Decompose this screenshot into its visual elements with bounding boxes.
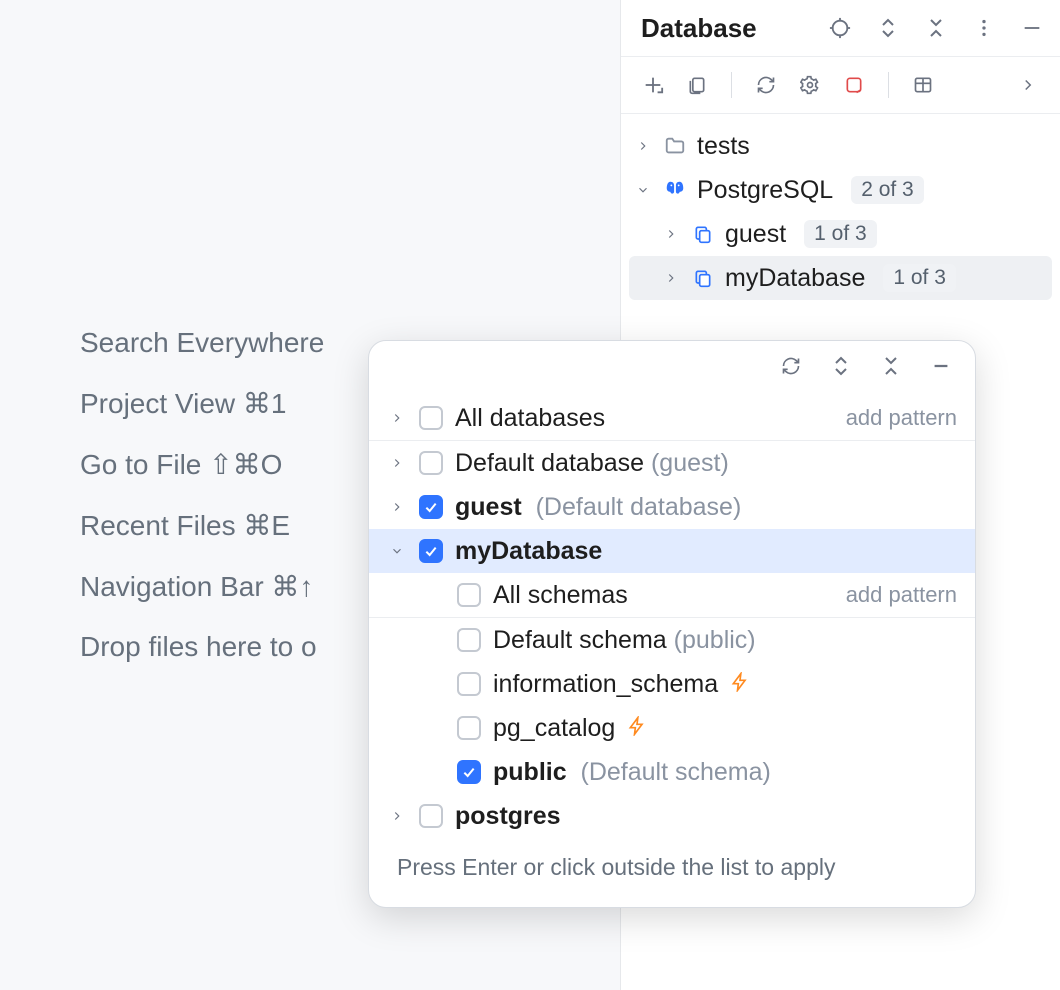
folder-icon: [663, 134, 687, 158]
checkbox[interactable]: [419, 539, 443, 563]
target-icon[interactable]: [826, 14, 854, 42]
row-label: Default database (guest): [455, 449, 729, 478]
add-pattern-link[interactable]: add pattern: [846, 405, 957, 431]
copy-icon[interactable]: [683, 71, 711, 99]
checkbox[interactable]: [457, 672, 481, 696]
row-label: All databases: [455, 404, 605, 433]
expand-collapse-icon[interactable]: [874, 14, 902, 42]
popup-toolbar: [369, 341, 975, 392]
chevron-right-icon: [661, 271, 681, 285]
row-pg-catalog[interactable]: pg_catalog: [369, 706, 975, 750]
chevron-down-icon: [633, 183, 653, 197]
database-icon: [691, 222, 715, 246]
row-label: myDatabase: [455, 537, 602, 566]
count-badge: 1 of 3: [804, 220, 877, 248]
checkbox[interactable]: [419, 451, 443, 475]
database-tree: tests PostgreSQL 2 of 3 guest: [621, 114, 1060, 310]
row-label: information_schema: [493, 670, 718, 699]
expand-collapse-icon[interactable]: [827, 352, 855, 380]
count-badge: 1 of 3: [883, 264, 956, 292]
count-badge: 2 of 3: [851, 176, 924, 204]
toolbar-separator: [888, 72, 889, 98]
database-icon: [691, 266, 715, 290]
collapse-all-icon[interactable]: [922, 14, 950, 42]
row-label: All schemas: [493, 581, 628, 610]
row-label: Default schema (public): [493, 626, 756, 655]
chevron-down-icon: [387, 544, 407, 558]
bolt-icon: [627, 714, 647, 743]
toolbar-separator: [731, 72, 732, 98]
row-label: public (Default schema): [493, 758, 771, 787]
checkbox[interactable]: [419, 495, 443, 519]
tree-item-guest[interactable]: guest 1 of 3: [621, 212, 1060, 256]
checkbox[interactable]: [457, 760, 481, 784]
row-postgres[interactable]: postgres: [369, 794, 975, 838]
collapse-all-icon[interactable]: [877, 352, 905, 380]
tree-item-label: guest: [725, 220, 786, 249]
bolt-icon: [730, 670, 750, 699]
tree-item-mydatabase[interactable]: myDatabase 1 of 3: [629, 256, 1052, 300]
more-icon[interactable]: [970, 14, 998, 42]
tree-item-label: PostgreSQL: [697, 176, 833, 205]
stop-icon[interactable]: [840, 71, 868, 99]
checkbox[interactable]: [457, 716, 481, 740]
settings-icon[interactable]: [796, 71, 824, 99]
refresh-icon[interactable]: [777, 352, 805, 380]
chevron-right-icon: [387, 500, 407, 514]
checkbox[interactable]: [457, 628, 481, 652]
row-label: pg_catalog: [493, 714, 615, 743]
refresh-icon[interactable]: [752, 71, 780, 99]
database-header: Database: [621, 0, 1060, 57]
row-all-databases[interactable]: All databases add pattern: [369, 396, 975, 441]
row-information-schema[interactable]: information_schema: [369, 662, 975, 706]
chevron-right-icon: [661, 227, 681, 241]
chevron-right-icon: [633, 139, 653, 153]
tree-item-label: myDatabase: [725, 264, 865, 293]
row-all-schemas[interactable]: All schemas add pattern: [369, 573, 975, 618]
row-default-database[interactable]: Default database (guest): [369, 441, 975, 485]
tree-item-tests[interactable]: tests: [621, 124, 1060, 168]
add-icon[interactable]: [639, 71, 667, 99]
chevron-right-icon: [387, 411, 407, 425]
checkbox[interactable]: [457, 583, 481, 607]
row-public[interactable]: public (Default schema): [369, 750, 975, 794]
row-default-schema[interactable]: Default schema (public): [369, 618, 975, 662]
row-label: guest (Default database): [455, 493, 741, 522]
popup-tree: All databases add pattern Default databa…: [369, 392, 975, 838]
checkbox[interactable]: [419, 804, 443, 828]
popup-hint: Press Enter or click outside the list to…: [369, 838, 975, 907]
row-mydatabase[interactable]: myDatabase: [369, 529, 975, 573]
database-toolbar: [621, 57, 1060, 114]
table-icon[interactable]: [909, 71, 937, 99]
schema-selection-popup: All databases add pattern Default databa…: [368, 340, 976, 908]
row-label: postgres: [455, 802, 561, 831]
tree-item-postgresql[interactable]: PostgreSQL 2 of 3: [621, 168, 1060, 212]
chevron-right-icon: [387, 456, 407, 470]
tree-item-label: tests: [697, 132, 750, 161]
add-pattern-link[interactable]: add pattern: [846, 582, 957, 608]
chevron-right-icon[interactable]: [1014, 71, 1042, 99]
row-guest[interactable]: guest (Default database): [369, 485, 975, 529]
minimize-icon[interactable]: [1018, 14, 1046, 42]
database-title: Database: [641, 13, 757, 44]
chevron-right-icon: [387, 809, 407, 823]
postgresql-icon: [663, 178, 687, 202]
minimize-icon[interactable]: [927, 352, 955, 380]
checkbox[interactable]: [419, 406, 443, 430]
